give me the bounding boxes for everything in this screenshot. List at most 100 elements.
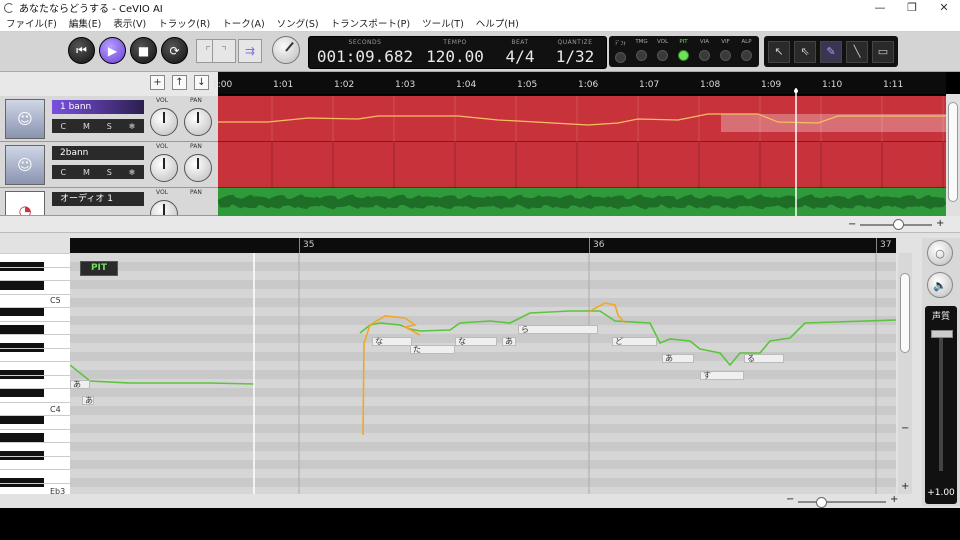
eraser-icon: ▭	[877, 45, 889, 58]
add-track-button[interactable]: +	[150, 75, 165, 90]
volume-knob[interactable]	[150, 108, 178, 136]
note[interactable]: ら	[518, 325, 598, 334]
maximize-button[interactable]: ❐	[896, 0, 928, 15]
menu-view[interactable]: 表示(V)	[107, 16, 152, 30]
minimize-button[interactable]: —	[864, 0, 896, 15]
menu-song[interactable]: ソング(S)	[271, 16, 325, 30]
note[interactable]: た	[410, 345, 455, 354]
piano-keyboard[interactable]: C5 C4 Eb3	[0, 253, 70, 494]
menu-edit[interactable]: 編集(E)	[63, 16, 107, 30]
roll-vertical-scrollbar[interactable]: − +	[898, 253, 912, 494]
quality-thumb[interactable]	[931, 330, 953, 338]
c-button[interactable]: C	[60, 168, 66, 177]
black-key[interactable]	[0, 433, 44, 442]
zoom-out-icon[interactable]: −	[901, 423, 909, 434]
note[interactable]: る	[744, 354, 784, 363]
tempo-value[interactable]: 120.00	[417, 47, 493, 66]
quantize-value[interactable]: 1/32	[547, 47, 603, 66]
note[interactable]: す	[700, 371, 744, 380]
loop-button[interactable]: ⟳	[161, 37, 188, 64]
black-key[interactable]	[0, 325, 44, 334]
toggle-via[interactable]: VIA	[694, 36, 715, 61]
track-name[interactable]: 2bann	[52, 146, 144, 160]
toggle-default[interactable]: ﾃﾞﾌｫ	[610, 36, 631, 63]
track-scrollbar[interactable]	[946, 94, 960, 222]
toggle-alp[interactable]: ALP	[736, 36, 757, 61]
track-name[interactable]: 1 bann	[52, 100, 144, 114]
piano-roll-ruler[interactable]: 35 36 37	[70, 238, 896, 253]
menu-help[interactable]: ヘルプ(H)	[470, 16, 525, 30]
move-track-up-button[interactable]: ↑	[172, 75, 187, 90]
rewind-button[interactable]: ⏮	[68, 37, 95, 64]
solo-button[interactable]: S	[107, 168, 112, 177]
note[interactable]: ど	[612, 337, 657, 346]
volume-knob[interactable]	[150, 154, 178, 182]
mute-button[interactable]: M	[83, 168, 90, 177]
menu-transport[interactable]: トランスポート(P)	[325, 16, 416, 30]
pencil-tool[interactable]: ✎	[820, 40, 842, 63]
menu-talk[interactable]: トーク(A)	[216, 16, 270, 30]
eraser-tool[interactable]: ▭	[872, 40, 894, 63]
menu-track[interactable]: トラック(R)	[152, 16, 216, 30]
voice-quality-slider[interactable]: 声質 +1.00	[925, 306, 957, 504]
track-row-1[interactable]: ☺ 1 bann C M S ❄ VOL PAN	[0, 96, 218, 142]
solo-button[interactable]: S	[107, 122, 112, 131]
note[interactable]: あ	[70, 380, 90, 389]
note[interactable]: あ	[502, 337, 516, 346]
note[interactable]: あ	[82, 396, 94, 405]
move-track-down-button[interactable]: ↓	[194, 75, 209, 90]
track-row-2[interactable]: ☺ 2bann C M S ❄ VOL PAN	[0, 142, 218, 188]
select-tool[interactable]: ↖	[768, 40, 790, 63]
toggle-vol[interactable]: VOL	[652, 36, 673, 61]
track-row-3[interactable]: ◔ オーディオ 1 VOL PAN	[0, 188, 218, 216]
pan-knob[interactable]	[184, 154, 212, 182]
multi-select-tool[interactable]: ⇖	[794, 40, 816, 63]
right-panel: ○ 🔈 声質 +1.00	[922, 238, 960, 506]
toggle-vif[interactable]: VIF	[715, 36, 736, 61]
freeze-icon[interactable]: ❄	[129, 168, 136, 177]
black-key[interactable]	[0, 415, 44, 424]
zoom-thumb[interactable]	[893, 219, 904, 230]
black-key[interactable]	[0, 388, 44, 397]
c-button[interactable]: C	[60, 122, 66, 131]
zoom-thumb[interactable]	[816, 497, 827, 508]
master-volume-dial[interactable]	[272, 36, 300, 64]
freeze-icon[interactable]: ❄	[129, 122, 136, 131]
toggle-tmg[interactable]: TMG	[631, 36, 652, 61]
note-grid[interactable]	[70, 253, 896, 494]
note[interactable]: あ	[662, 354, 694, 363]
toggle-pit[interactable]: PIT	[673, 36, 694, 61]
audio-lane[interactable]	[218, 188, 946, 216]
beat-value[interactable]: 4/4	[495, 47, 545, 66]
mute-button[interactable]: M	[83, 122, 90, 131]
zoom-in-icon[interactable]: +	[936, 218, 944, 229]
play-button[interactable]: ▶	[99, 37, 126, 64]
zoom-out-icon[interactable]: −	[848, 219, 856, 230]
voice-button[interactable]: ○	[927, 240, 953, 266]
zoom-in-icon[interactable]: +	[901, 481, 909, 492]
close-button[interactable]: ✕	[928, 0, 960, 15]
track-name[interactable]: オーディオ 1	[52, 192, 144, 206]
menu-tools[interactable]: ツール(T)	[416, 16, 470, 30]
stop-button[interactable]: ■	[130, 37, 157, 64]
black-key[interactable]	[0, 281, 44, 290]
line-tool[interactable]: ╲	[846, 40, 868, 63]
roll-horizontal-zoom[interactable]: − +	[780, 494, 900, 508]
playhead[interactable]	[794, 88, 798, 216]
note[interactable]: な	[372, 337, 412, 346]
scroll-thumb[interactable]	[948, 102, 958, 202]
follow-button[interactable]: ⇉	[238, 39, 262, 63]
timeline-ruler[interactable]: 1:00 1:01 1:02 1:03 1:04 1:05 1:06 1:07 1:08 1:09…	[212, 72, 946, 94]
song-lane-2[interactable]	[218, 142, 946, 188]
volume-knob[interactable]	[150, 200, 178, 215]
speaker-button[interactable]: 🔈	[927, 272, 953, 298]
black-key[interactable]	[0, 307, 44, 316]
menu-file[interactable]: ファイル(F)	[0, 16, 63, 30]
note[interactable]: な	[455, 337, 497, 346]
song-lane-1[interactable]	[218, 96, 946, 142]
scroll-thumb[interactable]	[900, 273, 910, 353]
loop-end-button[interactable]: ⌝	[212, 39, 236, 63]
zoom-out-icon[interactable]: −	[786, 494, 794, 505]
zoom-in-icon[interactable]: +	[890, 494, 898, 505]
pan-knob[interactable]	[184, 108, 212, 136]
